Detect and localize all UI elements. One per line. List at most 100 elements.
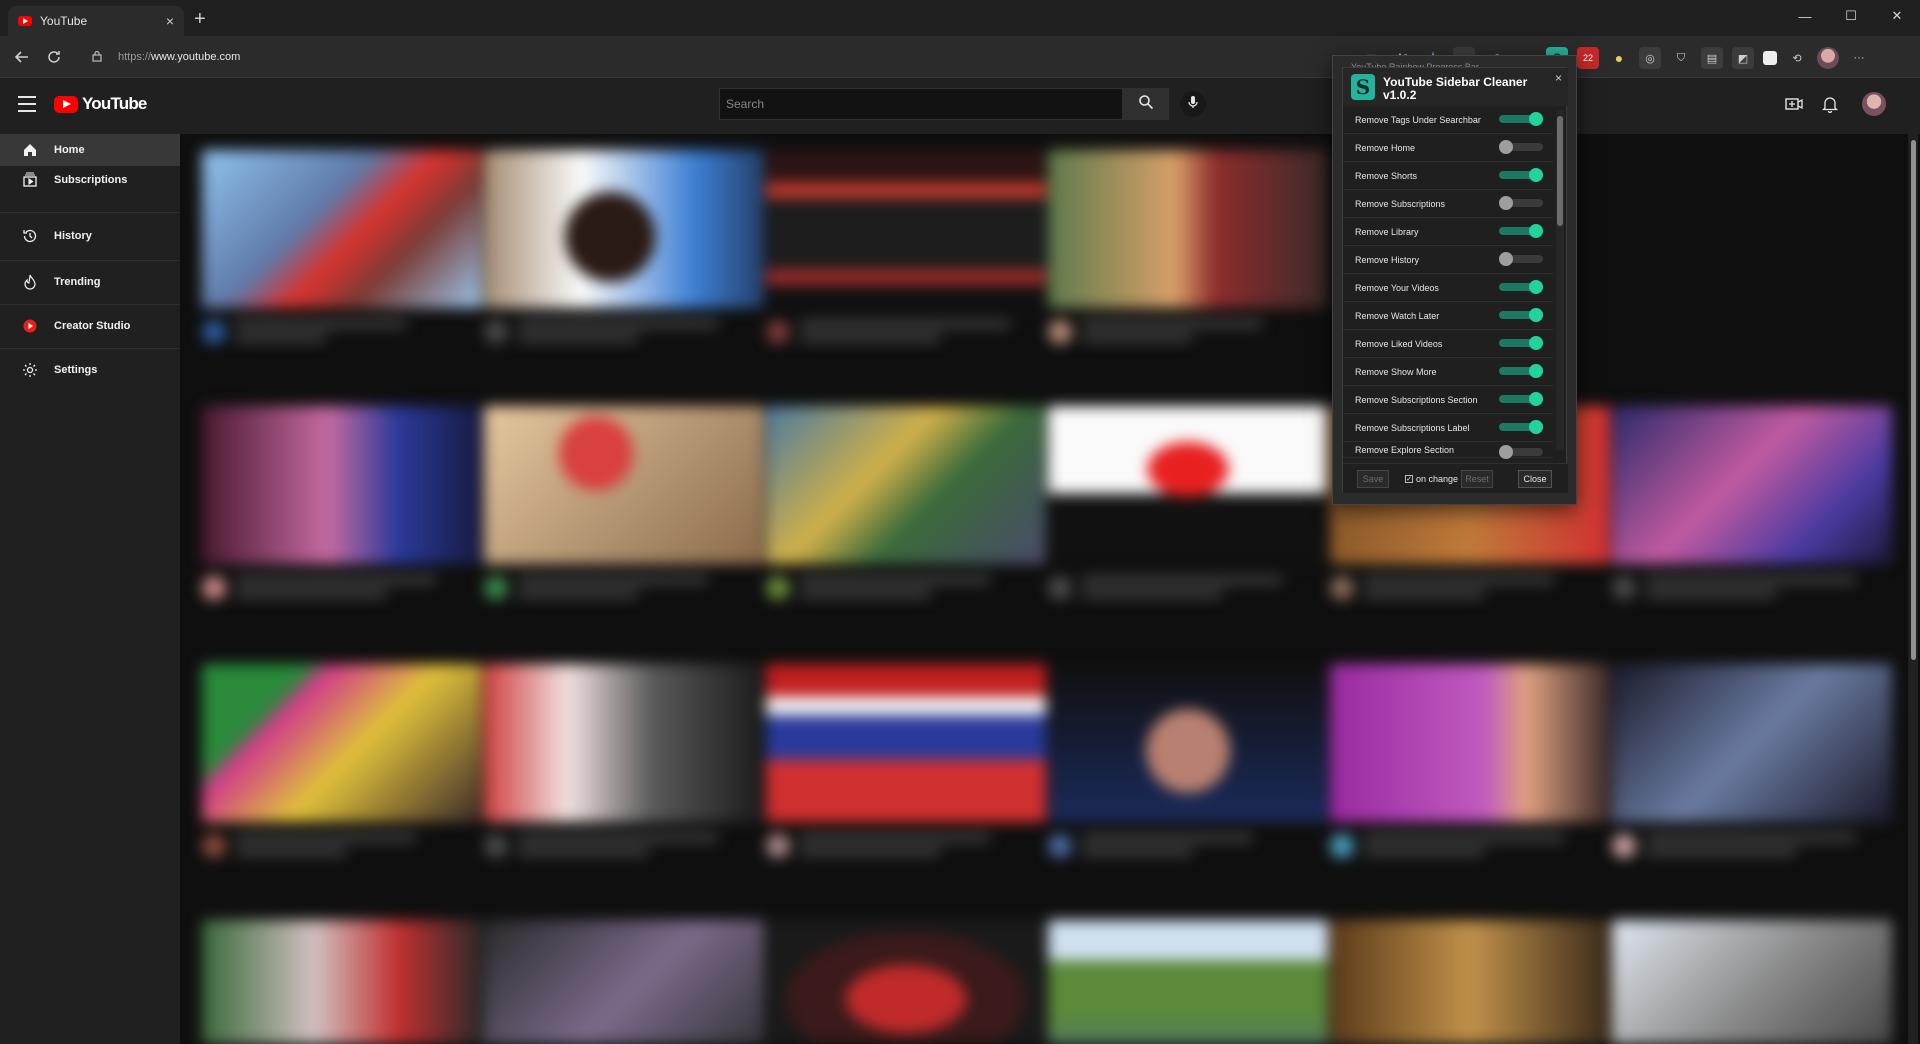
white-square-ext-icon[interactable] xyxy=(1763,51,1777,65)
creator-studio-icon xyxy=(20,316,40,336)
option-label: Remove Show More xyxy=(1355,366,1437,377)
save-button[interactable]: Save xyxy=(1357,470,1389,488)
video-card[interactable] xyxy=(484,150,764,348)
option-toggle[interactable] xyxy=(1499,364,1543,378)
close-window-button[interactable]: ✕ xyxy=(1874,0,1920,32)
toggle-knob xyxy=(1499,140,1513,154)
option-toggle[interactable] xyxy=(1499,252,1543,266)
reset-button[interactable]: Reset xyxy=(1461,470,1493,488)
options-scrollbar[interactable] xyxy=(1556,110,1564,450)
option-toggle[interactable] xyxy=(1499,196,1543,210)
option-toggle[interactable] xyxy=(1499,308,1543,322)
calendar-ext-icon[interactable]: ▤ xyxy=(1701,47,1723,69)
video-card[interactable] xyxy=(1048,150,1328,348)
sidebar-item-trending[interactable]: Trending xyxy=(0,266,180,298)
video-card[interactable] xyxy=(766,664,1046,862)
url-field[interactable]: https:// www.youtube.com xyxy=(84,42,1354,72)
youtube-logo[interactable]: YouTube xyxy=(54,94,147,114)
tab-bar: YouTube × + — ☐ ✕ xyxy=(0,0,1920,36)
refresh-icon[interactable] xyxy=(42,45,66,69)
option-row: Remove Your Videos xyxy=(1343,274,1553,302)
video-card[interactable] xyxy=(766,406,1046,604)
video-card[interactable] xyxy=(1612,920,1892,1044)
tab-youtube[interactable]: YouTube × xyxy=(8,6,184,36)
video-card[interactable] xyxy=(202,150,482,348)
tab-close-icon[interactable]: × xyxy=(166,13,174,29)
video-card[interactable] xyxy=(1612,664,1892,862)
notifications-bell-icon[interactable] xyxy=(1818,92,1842,116)
video-card[interactable] xyxy=(1330,664,1610,862)
video-card[interactable] xyxy=(1612,406,1892,604)
video-card[interactable] xyxy=(202,920,482,1044)
option-label: Remove History xyxy=(1355,254,1420,265)
option-toggle[interactable] xyxy=(1499,420,1543,434)
option-toggle[interactable] xyxy=(1499,140,1543,154)
sidebar-item-label: Settings xyxy=(54,364,98,376)
video-card[interactable] xyxy=(484,664,764,862)
search-input[interactable]: Search xyxy=(719,88,1123,120)
profile-avatar[interactable] xyxy=(1817,47,1839,69)
sidebar-item-home[interactable]: Home xyxy=(0,134,180,166)
minimize-button[interactable]: — xyxy=(1782,0,1828,32)
sidebar-item-label: Home xyxy=(54,144,85,156)
on-change-checkbox[interactable]: ✓ on change xyxy=(1405,474,1458,484)
option-toggle[interactable] xyxy=(1499,224,1543,238)
on-change-label: on change xyxy=(1416,474,1459,484)
create-video-icon[interactable] xyxy=(1782,92,1806,116)
search-button[interactable] xyxy=(1123,88,1169,120)
back-arrow-icon[interactable] xyxy=(10,45,34,69)
video-card[interactable] xyxy=(202,406,482,604)
voice-search-button[interactable] xyxy=(1180,91,1206,117)
video-card[interactable] xyxy=(1048,664,1328,862)
sidebar-divider xyxy=(0,260,180,261)
close-button[interactable]: Close xyxy=(1518,470,1552,488)
video-card[interactable] xyxy=(1048,406,1328,604)
bulb-ext-icon[interactable]: ● xyxy=(1608,47,1630,69)
menu-hamburger-icon[interactable] xyxy=(18,96,36,112)
option-label: Remove Watch Later xyxy=(1355,310,1440,321)
video-card[interactable] xyxy=(1330,920,1610,1044)
video-card[interactable] xyxy=(484,920,764,1044)
option-label: Remove Liked Videos xyxy=(1355,338,1443,349)
account-avatar[interactable] xyxy=(1862,92,1886,116)
more-menu-icon[interactable]: ··· xyxy=(1848,47,1870,69)
screenshot-ext-icon[interactable]: ◩ xyxy=(1732,47,1754,69)
youtube-play-icon xyxy=(54,95,78,113)
badge-ext-icon[interactable]: 22 xyxy=(1577,47,1599,69)
sidebar-item-subscriptions[interactable]: Subscriptions xyxy=(0,164,180,196)
video-card[interactable] xyxy=(484,406,764,604)
sidebar-item-settings[interactable]: Settings xyxy=(0,354,180,386)
option-row: Remove Liked Videos xyxy=(1343,330,1553,358)
page-scrollbar[interactable] xyxy=(1908,134,1918,1044)
options-scrollbar-thumb[interactable] xyxy=(1557,116,1563,226)
toggle-knob xyxy=(1529,280,1543,294)
video-card[interactable] xyxy=(202,664,482,862)
option-toggle[interactable] xyxy=(1499,336,1543,350)
video-card[interactable] xyxy=(1048,920,1328,1044)
sidebar-divider xyxy=(0,348,180,349)
target-ext-icon[interactable]: ◎ xyxy=(1639,47,1661,69)
sidebar-item-label: Subscriptions xyxy=(54,174,128,186)
sync-icon[interactable]: ⟲ xyxy=(1786,47,1808,69)
toggle-knob xyxy=(1529,168,1543,182)
option-label: Remove Explore Section xyxy=(1355,444,1455,455)
sidebar-item-creator-studio[interactable]: Creator Studio xyxy=(0,310,180,342)
toggle-knob xyxy=(1529,308,1543,322)
sidebar-item-history[interactable]: History xyxy=(0,220,180,252)
option-toggle[interactable] xyxy=(1499,168,1543,182)
maximize-button[interactable]: ☐ xyxy=(1828,0,1874,32)
options-list: Remove Tags Under Searchbar Remove Home Re… xyxy=(1343,68,1568,460)
option-toggle[interactable] xyxy=(1499,112,1543,126)
option-toggle[interactable] xyxy=(1499,280,1543,294)
scrollbar-thumb[interactable] xyxy=(1911,140,1916,660)
toggle-knob xyxy=(1529,336,1543,350)
option-label: Remove Home xyxy=(1355,142,1416,153)
option-toggle[interactable] xyxy=(1499,445,1543,459)
new-tab-button[interactable]: + xyxy=(194,8,206,31)
option-toggle[interactable] xyxy=(1499,392,1543,406)
video-card[interactable] xyxy=(766,920,1046,1044)
video-card[interactable] xyxy=(766,150,1046,348)
option-row: Remove Home xyxy=(1343,134,1553,162)
option-row: Remove Subscriptions Section xyxy=(1343,386,1553,414)
shield-ext-icon[interactable]: ⛉ xyxy=(1670,47,1692,69)
